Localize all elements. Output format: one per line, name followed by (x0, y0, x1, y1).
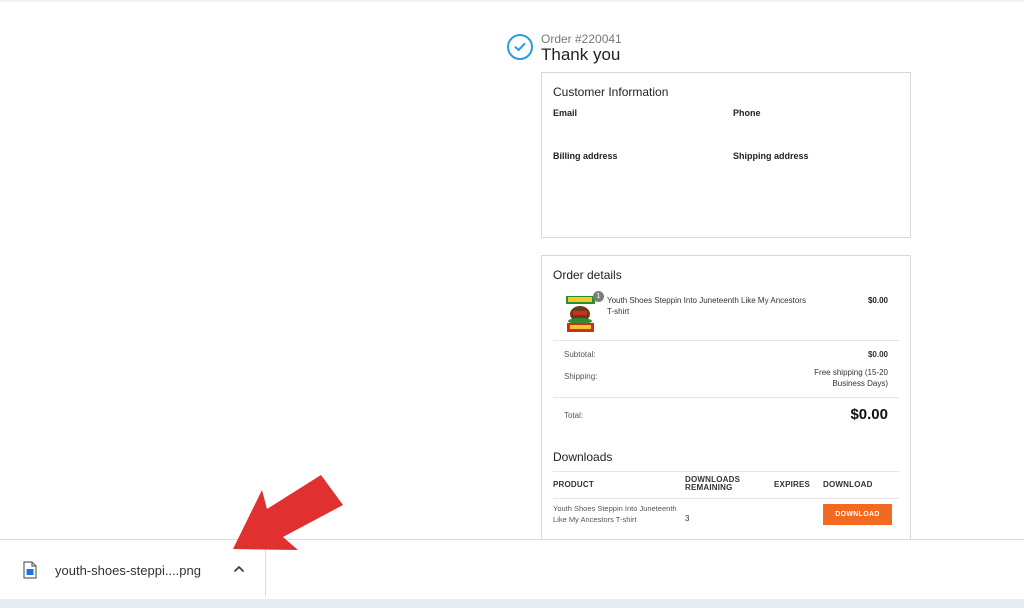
quantity-badge: 1 (593, 291, 604, 302)
downloaded-file-name[interactable]: youth-shoes-steppi....png (55, 563, 201, 578)
shelf-divider (265, 544, 266, 596)
top-border (0, 0, 1024, 2)
phone-label: Phone (733, 108, 761, 118)
col-expires: EXPIRES (774, 480, 811, 489)
order-details-card: Order details 1 Youth Shoes Steppin Into… (541, 255, 911, 545)
total-value: $0.00 (850, 406, 888, 423)
taskbar (0, 599, 1024, 608)
email-label: Email (553, 108, 578, 118)
shipping-value: Free shipping (15-20 Business Days) (814, 368, 888, 388)
subtotal-value: $0.00 (867, 350, 888, 359)
shipping-address-label: Shipping address (733, 151, 809, 161)
divider (553, 498, 899, 499)
check-circle-icon (507, 34, 533, 60)
subtotal-label: Subtotal: (564, 350, 596, 359)
col-download: DOWNLOAD (823, 480, 873, 489)
downloads-title: Downloads (553, 450, 613, 464)
thank-you-heading: Thank you (541, 45, 621, 64)
download-row-product: Youth Shoes Steppin Into Juneteenth Like… (553, 504, 677, 524)
chevron-up-icon[interactable] (231, 561, 247, 577)
divider (553, 340, 899, 341)
item-name: Youth Shoes Steppin Into Juneteenth Like… (607, 296, 806, 316)
order-number: Order #220041 (541, 32, 622, 46)
download-button[interactable]: DOWNLOAD (823, 504, 892, 525)
download-shelf: youth-shoes-steppi....png (0, 539, 1024, 600)
product-thumbnail (564, 294, 597, 333)
image-file-icon (23, 561, 37, 579)
divider (553, 397, 899, 398)
col-downloads-remaining: DOWNLOADS REMAINING (685, 475, 741, 492)
item-price: $0.00 (867, 296, 888, 305)
order-details-title: Order details (553, 268, 622, 282)
download-row-remaining: 3 (685, 514, 690, 523)
divider (553, 471, 899, 472)
customer-info-title: Customer Information (553, 85, 669, 99)
shipping-label: Shipping: (564, 372, 598, 381)
total-label: Total: (564, 411, 584, 420)
order-header: Order #220041 Thank you (507, 32, 927, 72)
customer-info-card: Customer Information Email Phone Billing… (541, 72, 911, 238)
billing-address-label: Billing address (553, 151, 618, 161)
col-product: PRODUCT (553, 480, 594, 489)
